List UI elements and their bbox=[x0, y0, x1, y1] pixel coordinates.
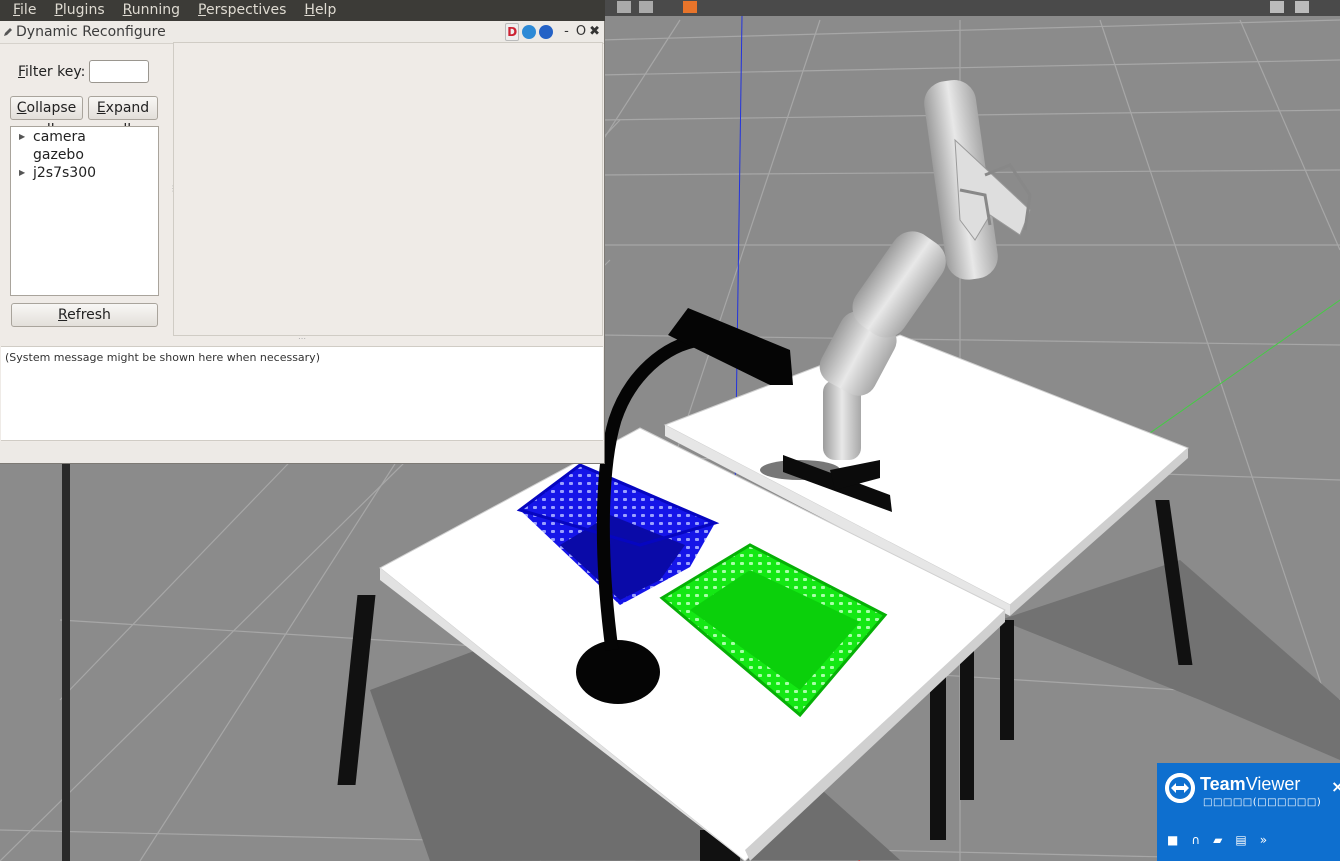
reload-icon[interactable] bbox=[522, 25, 537, 39]
teamviewer-subtitle: □□□□□(□□□□□□) bbox=[1203, 797, 1322, 808]
collapse-all-button[interactable]: Collapse all bbox=[10, 96, 83, 138]
status-bar bbox=[0, 442, 604, 463]
filter-key-input[interactable] bbox=[89, 60, 149, 83]
files-icon[interactable]: ▤ bbox=[1235, 833, 1246, 847]
filter-key-label: Filter key: bbox=[18, 64, 85, 80]
system-message-text: (System message might be shown here when… bbox=[5, 351, 320, 364]
minimize-button[interactable]: - bbox=[564, 24, 569, 40]
gazebo-toolbar bbox=[605, 0, 1340, 16]
debug-button[interactable]: D bbox=[505, 23, 520, 41]
menu-help-mnemonic: H bbox=[304, 2, 315, 18]
menu-file-mnemonic: F bbox=[13, 2, 21, 18]
video-icon[interactable]: ■ bbox=[1167, 833, 1178, 847]
teamviewer-panel[interactable]: TeamViewer □□□□□(□□□□□□) × ■ ∩ ▰ ▤ » bbox=[1157, 763, 1340, 861]
float-button[interactable]: O bbox=[576, 24, 586, 40]
menu-plugins[interactable]: Plugins bbox=[45, 0, 113, 21]
plugin-title: Dynamic Reconfigure bbox=[16, 24, 166, 40]
shape-tool-icon[interactable] bbox=[683, 1, 697, 13]
horizontal-splitter-handle[interactable]: ⋯ bbox=[298, 334, 308, 343]
teamviewer-title-bold: Team bbox=[1200, 774, 1246, 794]
help-icon[interactable] bbox=[539, 25, 554, 39]
pencil-icon bbox=[4, 28, 12, 36]
screenshot-icon[interactable] bbox=[1270, 1, 1284, 13]
teamviewer-toolbar: ■ ∩ ▰ ▤ » bbox=[1167, 833, 1267, 847]
system-message-area: (System message might be shown here when… bbox=[1, 346, 603, 441]
menubar: File Plugins Running Perspectives Help bbox=[0, 0, 605, 21]
menu-running[interactable]: Running bbox=[114, 0, 189, 21]
filter-key-label-text: ilter key: bbox=[25, 64, 86, 80]
scene-pole bbox=[62, 462, 70, 861]
node-tree[interactable]: ▶ camera gazebo ▶ j2s7s300 bbox=[10, 126, 159, 296]
menu-file-label: ile bbox=[20, 2, 37, 18]
refresh-button[interactable]: Refresh bbox=[11, 303, 158, 327]
rotate-tool-icon[interactable] bbox=[639, 1, 653, 13]
teamviewer-logo-icon bbox=[1165, 773, 1195, 803]
expand-arrow-icon[interactable]: ▶ bbox=[19, 128, 25, 146]
close-button[interactable]: ✖ bbox=[589, 24, 600, 40]
menu-plugins-label: lugins bbox=[62, 2, 105, 18]
plugin-title-buttons: D - O ✖ bbox=[505, 23, 600, 41]
parameter-editor-pane bbox=[173, 42, 603, 336]
collapse-all-mnemonic: C bbox=[16, 100, 27, 116]
plugin-titlebar[interactable]: Dynamic Reconfigure D - O ✖ bbox=[0, 21, 604, 44]
menu-help[interactable]: Help bbox=[295, 0, 345, 21]
menu-help-label: elp bbox=[314, 2, 337, 18]
rqt-window: Dynamic Reconfigure D - O ✖ Filter key: … bbox=[0, 21, 605, 464]
teamviewer-title: TeamViewer bbox=[1200, 774, 1300, 795]
tree-item-label: camera bbox=[33, 129, 86, 145]
more-icon[interactable]: » bbox=[1260, 833, 1267, 847]
menu-plugins-mnemonic: P bbox=[54, 2, 63, 18]
menu-running-mnemonic: R bbox=[122, 2, 132, 18]
teamviewer-close-button[interactable]: × bbox=[1331, 777, 1340, 796]
record-icon[interactable] bbox=[1295, 1, 1309, 13]
menu-file[interactable]: File bbox=[0, 0, 45, 21]
refresh-mnemonic: R bbox=[58, 307, 68, 323]
filter-key-mnemonic: F bbox=[18, 64, 26, 80]
expand-arrow-icon[interactable]: ▶ bbox=[19, 164, 25, 182]
menu-perspectives-label: erspectives bbox=[205, 2, 287, 18]
expand-all-button[interactable]: Expand all bbox=[88, 96, 158, 138]
menu-perspectives[interactable]: Perspectives bbox=[189, 0, 295, 21]
tree-item-label: gazebo bbox=[33, 147, 84, 163]
vertical-splitter-handle[interactable]: ⋮ bbox=[169, 184, 177, 194]
expand-all-mnemonic: E bbox=[96, 100, 106, 116]
refresh-label: efresh bbox=[67, 307, 111, 323]
chat-icon[interactable]: ▰ bbox=[1213, 833, 1222, 847]
menu-perspectives-mnemonic: P bbox=[198, 2, 206, 18]
teamviewer-title-rest: Viewer bbox=[1245, 774, 1301, 794]
headset-icon[interactable]: ∩ bbox=[1191, 833, 1200, 847]
tree-item-label: j2s7s300 bbox=[33, 165, 97, 181]
translate-tool-icon[interactable] bbox=[617, 1, 631, 13]
menu-running-label: unning bbox=[131, 2, 181, 18]
